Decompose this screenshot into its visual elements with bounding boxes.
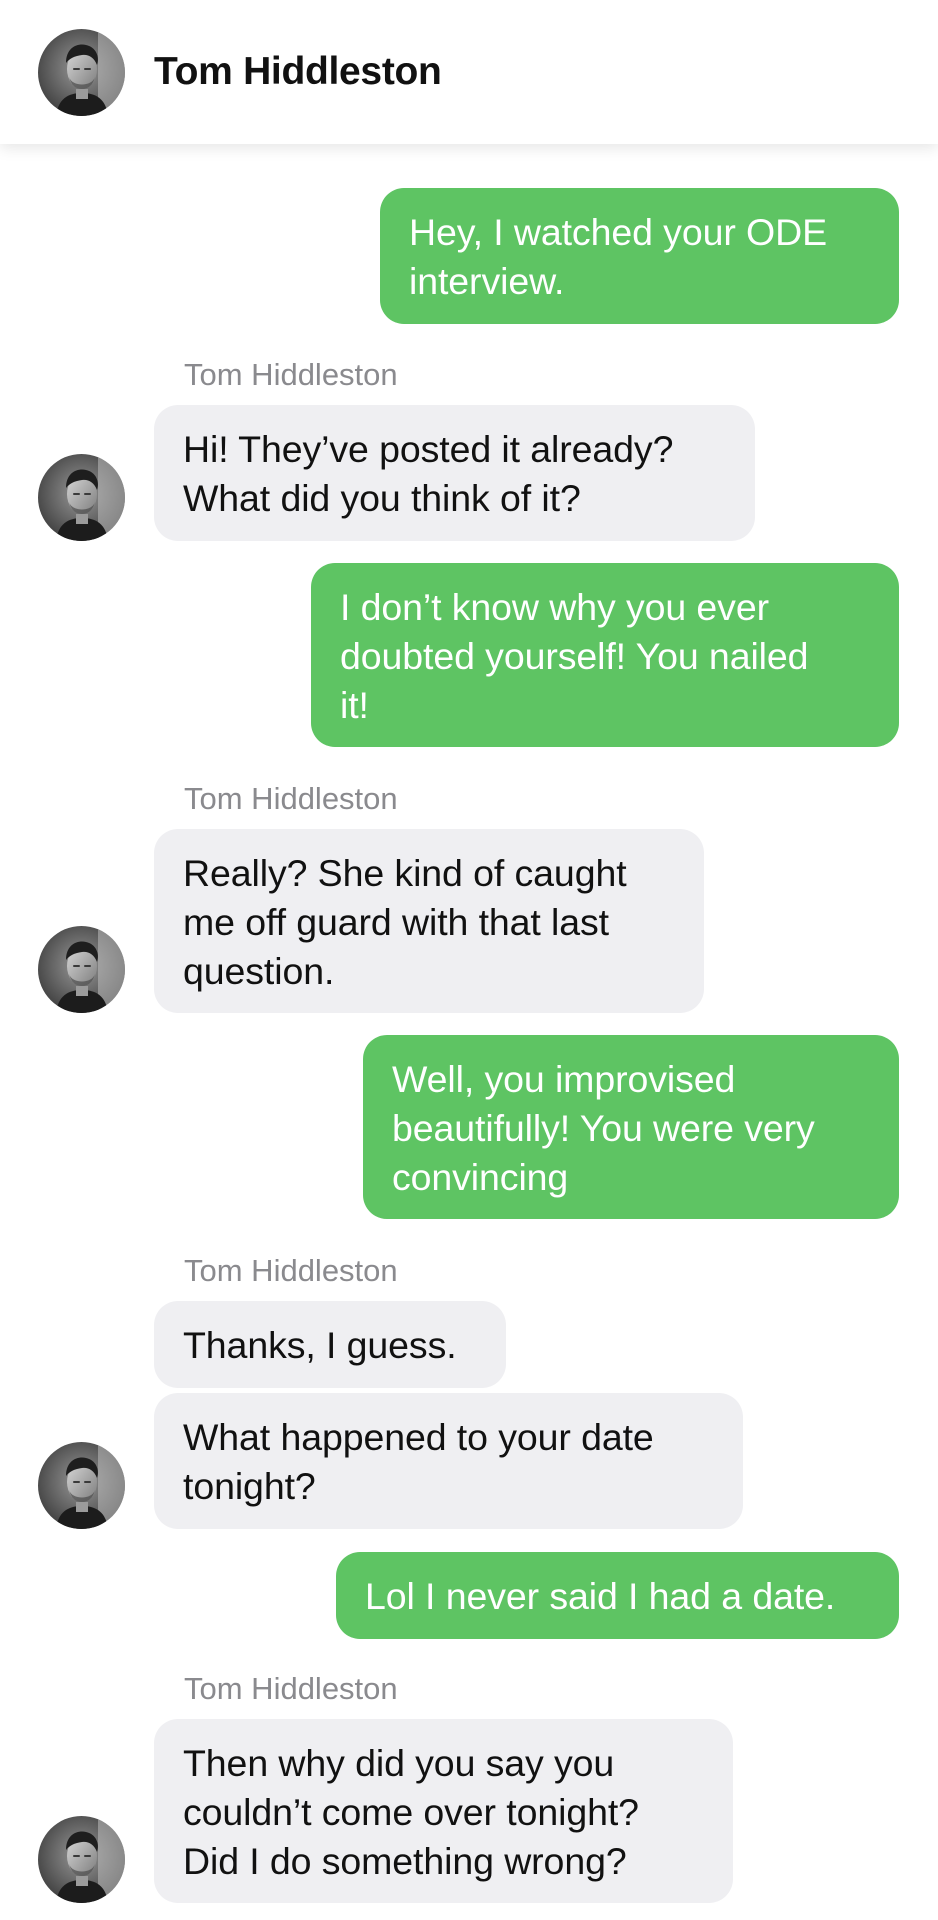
incoming-message-bubble[interactable]: Thanks, I guess. bbox=[154, 1301, 506, 1388]
incoming-message-bubble[interactable]: Then why did you say you couldn’t come o… bbox=[154, 1719, 733, 1903]
outgoing-message-bubble[interactable]: I don’t know why you ever doubted yourse… bbox=[311, 563, 899, 747]
chat-header: Tom Hiddleston bbox=[0, 0, 938, 144]
sender-avatar[interactable] bbox=[38, 1442, 125, 1529]
profile-photo-icon bbox=[38, 1442, 125, 1529]
sender-label: Tom Hiddleston bbox=[184, 357, 398, 392]
outgoing-message-bubble[interactable]: Well, you improvised beautifully! You we… bbox=[363, 1035, 899, 1219]
sender-avatar[interactable] bbox=[38, 1816, 125, 1903]
contact-avatar[interactable] bbox=[38, 29, 125, 116]
sender-avatar[interactable] bbox=[38, 926, 125, 1013]
outgoing-message-bubble[interactable]: Hey, I watched your ODE interview. bbox=[380, 188, 899, 324]
profile-photo-icon bbox=[38, 29, 125, 116]
sender-label: Tom Hiddleston bbox=[184, 1671, 398, 1706]
contact-name[interactable]: Tom Hiddleston bbox=[154, 48, 442, 96]
profile-photo-icon bbox=[38, 454, 125, 541]
profile-photo-icon bbox=[38, 1816, 125, 1903]
sender-avatar[interactable] bbox=[38, 454, 125, 541]
outgoing-message-bubble[interactable]: Lol I never said I had a date. bbox=[336, 1552, 899, 1639]
sender-label: Tom Hiddleston bbox=[184, 1253, 398, 1288]
incoming-message-bubble[interactable]: Hi! They’ve posted it already? What did … bbox=[154, 405, 755, 541]
profile-photo-icon bbox=[38, 926, 125, 1013]
sender-label: Tom Hiddleston bbox=[184, 781, 398, 816]
incoming-message-bubble[interactable]: What happened to your date tonight? bbox=[154, 1393, 743, 1529]
message-thread[interactable]: Hey, I watched your ODE interview. Tom H… bbox=[0, 144, 938, 1920]
incoming-message-bubble[interactable]: Really? She kind of caught me off guard … bbox=[154, 829, 704, 1013]
